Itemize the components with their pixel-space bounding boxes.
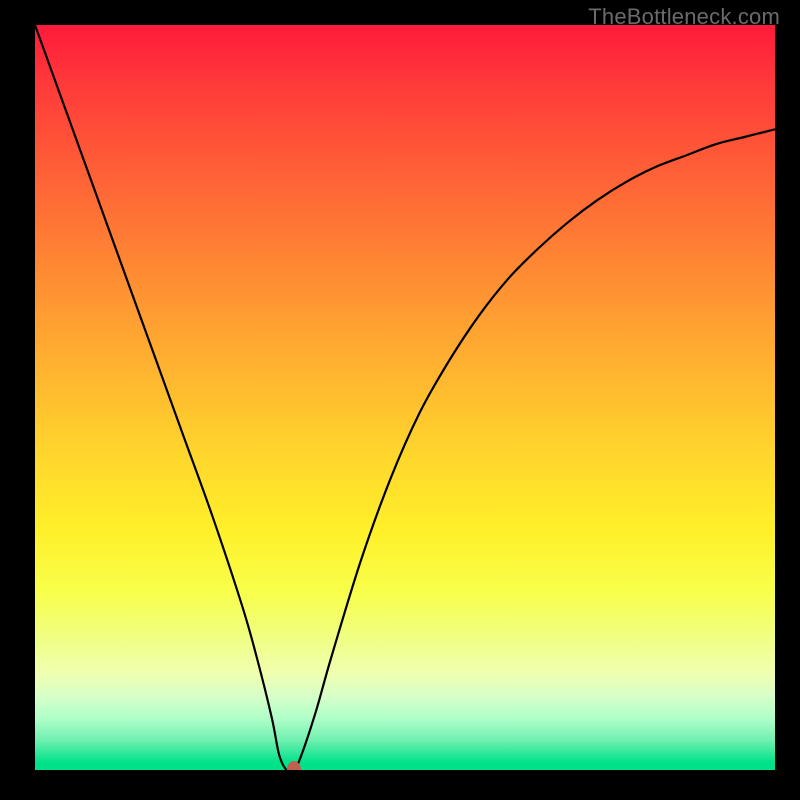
bottleneck-curve — [35, 25, 775, 770]
chart-frame: TheBottleneck.com — [0, 0, 800, 800]
plot-area — [35, 25, 775, 770]
